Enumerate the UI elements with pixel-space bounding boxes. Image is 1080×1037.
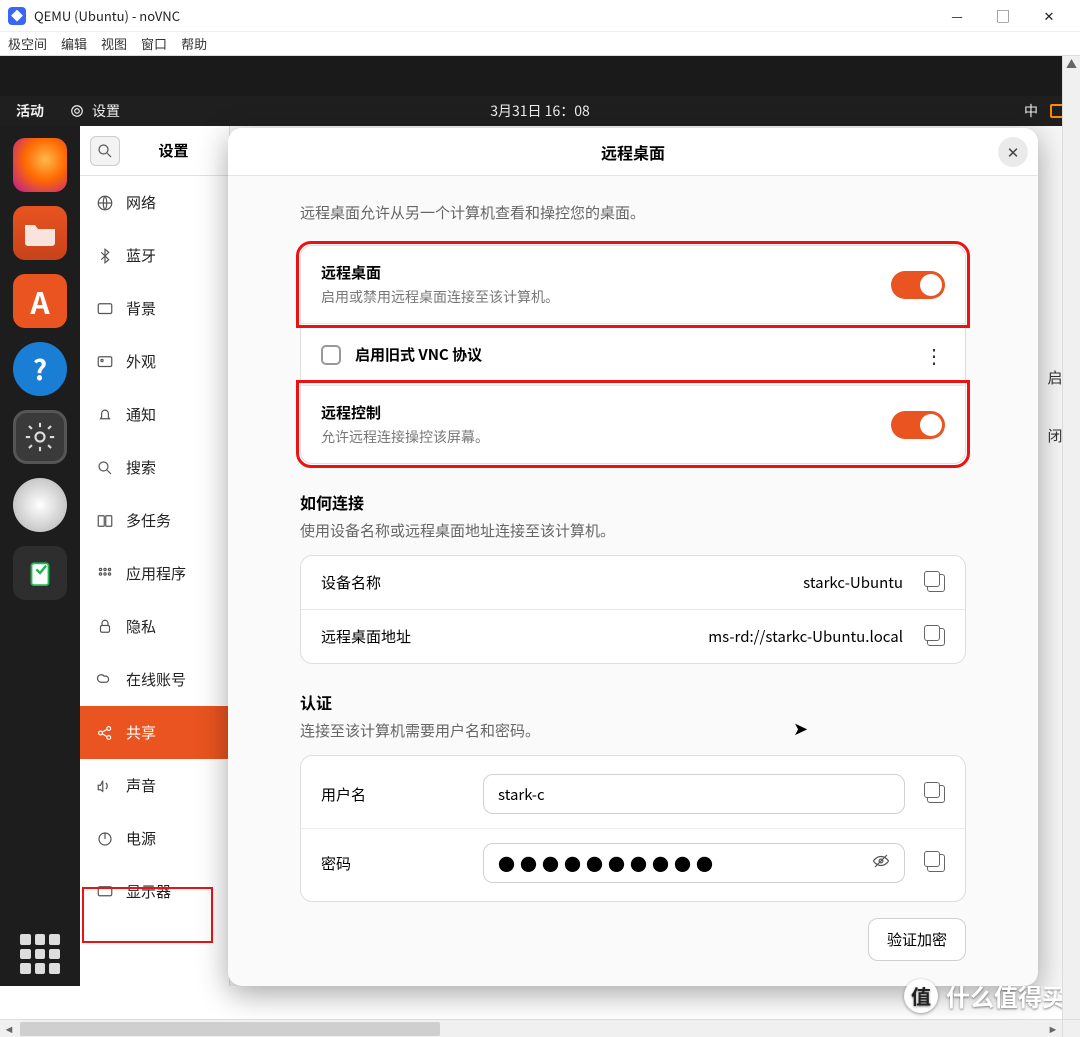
sidebar-item-bluetooth[interactable]: 蓝牙 (80, 229, 229, 282)
menu-item[interactable]: 视图 (101, 34, 127, 53)
remote-desktop-title: 远程桌面 (321, 262, 877, 283)
dock-files[interactable] (13, 206, 67, 260)
sidebar-item-apps[interactable]: 应用程序 (80, 547, 229, 600)
vnc-border (0, 56, 1080, 96)
auth-group: 用户名 stark-c 密码 ●●●●●●●●●● (300, 755, 966, 902)
host-menubar: 极空间 编辑 视图 窗口 帮助 (0, 32, 1080, 56)
howto-desc: 使用设备名称或远程桌面地址连接至该计算机。 (300, 520, 966, 541)
sidebar-item-search[interactable]: 搜索 (80, 441, 229, 494)
dock-settings[interactable] (13, 410, 67, 464)
username-row: 用户名 stark-c (301, 760, 965, 828)
copy-icon[interactable] (927, 574, 945, 592)
dialog-title: 远程桌面 (601, 140, 665, 164)
verify-encryption-button[interactable]: 验证加密 (868, 918, 966, 961)
menu-item[interactable]: 窗口 (141, 34, 167, 53)
dialog-header: 远程桌面 ✕ (228, 128, 1038, 176)
rd-address-value: ms-rd://starkc-Ubuntu.local (495, 626, 913, 647)
remote-desktop-row: 远程桌面 启用或禁用远程桌面连接至该计算机。 (301, 246, 965, 323)
rd-address-row: 远程桌面地址 ms-rd://starkc-Ubuntu.local (301, 609, 965, 663)
dialog-close-button[interactable]: ✕ (998, 137, 1028, 167)
dialog-intro: 远程桌面允许从另一个计算机查看和操控您的桌面。 (300, 202, 966, 223)
watermark: 值 什么值得买 (904, 978, 1066, 1013)
sidebar-item-sharing[interactable]: 共享 (80, 706, 229, 759)
gnome-topbar: 活动 设置 3月31日 16：08 中 (0, 96, 1080, 126)
legacy-vnc-checkbox[interactable] (321, 345, 341, 365)
eye-icon[interactable] (872, 852, 890, 875)
device-name-row: 设备名称 starkc-Ubuntu (301, 556, 965, 609)
username-input[interactable]: stark-c (483, 774, 905, 814)
dock-show-apps[interactable] (20, 934, 60, 974)
rd-address-label: 远程桌面地址 (321, 626, 481, 647)
host-titlebar: ◆ QEMU (Ubuntu) - noVNC — ▢ ✕ (0, 0, 1080, 32)
legacy-vnc-label: 启用旧式 VNC 协议 (355, 344, 482, 365)
dock-help[interactable]: ? (13, 342, 67, 396)
remote-desktop-desc: 启用或禁用远程桌面连接至该计算机。 (321, 287, 877, 307)
auth-title: 认证 (300, 690, 966, 714)
howto-title: 如何连接 (300, 490, 966, 514)
password-input[interactable]: ●●●●●●●●●● (483, 843, 905, 883)
device-name-value: starkc-Ubuntu (495, 572, 913, 593)
kebab-menu-icon[interactable]: ⋮ (924, 340, 945, 369)
maximize-button[interactable]: ▢ (980, 0, 1026, 32)
clock[interactable]: 3月31日 16：08 (490, 101, 590, 121)
remote-control-desc: 允许远程连接操控该屏幕。 (321, 427, 877, 447)
menu-item[interactable]: 极空间 (8, 34, 47, 53)
sidebar-header: 设置 (80, 126, 229, 176)
watermark-badge-icon: 值 (904, 979, 938, 1013)
sidebar-item-notifications[interactable]: 通知 (80, 388, 229, 441)
remote-control-title: 远程控制 (321, 402, 877, 423)
device-name-label: 设备名称 (321, 572, 481, 593)
connection-info-group: 设备名称 starkc-Ubuntu 远程桌面地址 ms-rd://starkc… (300, 555, 966, 664)
sidebar-item-display[interactable]: 显示器 (80, 865, 229, 918)
menu-item[interactable]: 编辑 (61, 34, 87, 53)
sidebar-title: 设置 (128, 140, 219, 161)
vertical-scrollbar[interactable]: ▲ (1062, 56, 1080, 1019)
remote-desktop-group: 远程桌面 启用或禁用远程桌面连接至该计算机。 启用旧式 VNC 协议 ⋮ 远程控… (300, 245, 966, 464)
dock-software[interactable]: A (13, 274, 67, 328)
dock-trash[interactable] (13, 546, 67, 600)
dock: A ? (0, 126, 80, 986)
copy-icon[interactable] (927, 785, 945, 803)
sidebar-item-online[interactable]: 在线账号 (80, 653, 229, 706)
password-row: 密码 ●●●●●●●●●● (301, 828, 965, 897)
remote-desktop-switch[interactable] (891, 271, 945, 299)
remote-control-row: 远程控制 允许远程连接操控该屏幕。 (301, 385, 965, 463)
scrollbar-corner (1062, 1019, 1080, 1037)
remote-desktop-dialog: 远程桌面 ✕ 远程桌面允许从另一个计算机查看和操控您的桌面。 远程桌面 启用或禁… (228, 128, 1038, 986)
sidebar-item-background[interactable]: 背景 (80, 282, 229, 335)
host-close-button[interactable]: ✕ (1026, 0, 1072, 32)
ime-indicator[interactable]: 中 (1024, 101, 1038, 121)
menu-item[interactable]: 帮助 (181, 34, 207, 53)
app-icon: ◆ (8, 7, 26, 25)
copy-icon[interactable] (927, 628, 945, 646)
password-label: 密码 (301, 853, 461, 874)
sidebar-item-power[interactable]: 电源 (80, 812, 229, 865)
search-button[interactable] (90, 136, 120, 166)
legacy-vnc-row[interactable]: 启用旧式 VNC 协议 ⋮ (301, 323, 965, 385)
sidebar-item-sound[interactable]: 声音 (80, 759, 229, 812)
username-label: 用户名 (301, 784, 461, 805)
horizontal-scrollbar[interactable]: ◄► (0, 1019, 1062, 1037)
dock-disc[interactable] (13, 478, 67, 532)
dock-firefox[interactable] (13, 138, 67, 192)
sidebar-item-privacy[interactable]: 隐私 (80, 600, 229, 653)
window-title: QEMU (Ubuntu) - noVNC (34, 6, 180, 25)
auth-desc: 连接至该计算机需要用户名和密码。 (300, 720, 966, 741)
app-indicator-label: 设置 (92, 101, 120, 121)
copy-icon[interactable] (927, 854, 945, 872)
settings-sidebar: 设置 网络 蓝牙 背景 外观 通知 搜索 多任务 应用程序 隐私 在线账号 共享… (80, 126, 230, 986)
sidebar-item-appearance[interactable]: 外观 (80, 335, 229, 388)
app-indicator[interactable]: 设置 (60, 101, 128, 121)
activities-button[interactable]: 活动 (0, 101, 60, 121)
minimize-button[interactable]: — (934, 0, 980, 32)
remote-control-switch[interactable] (891, 411, 945, 439)
watermark-text: 什么值得买 (946, 978, 1066, 1013)
sidebar-item-network[interactable]: 网络 (80, 176, 229, 229)
sidebar-item-multitask[interactable]: 多任务 (80, 494, 229, 547)
